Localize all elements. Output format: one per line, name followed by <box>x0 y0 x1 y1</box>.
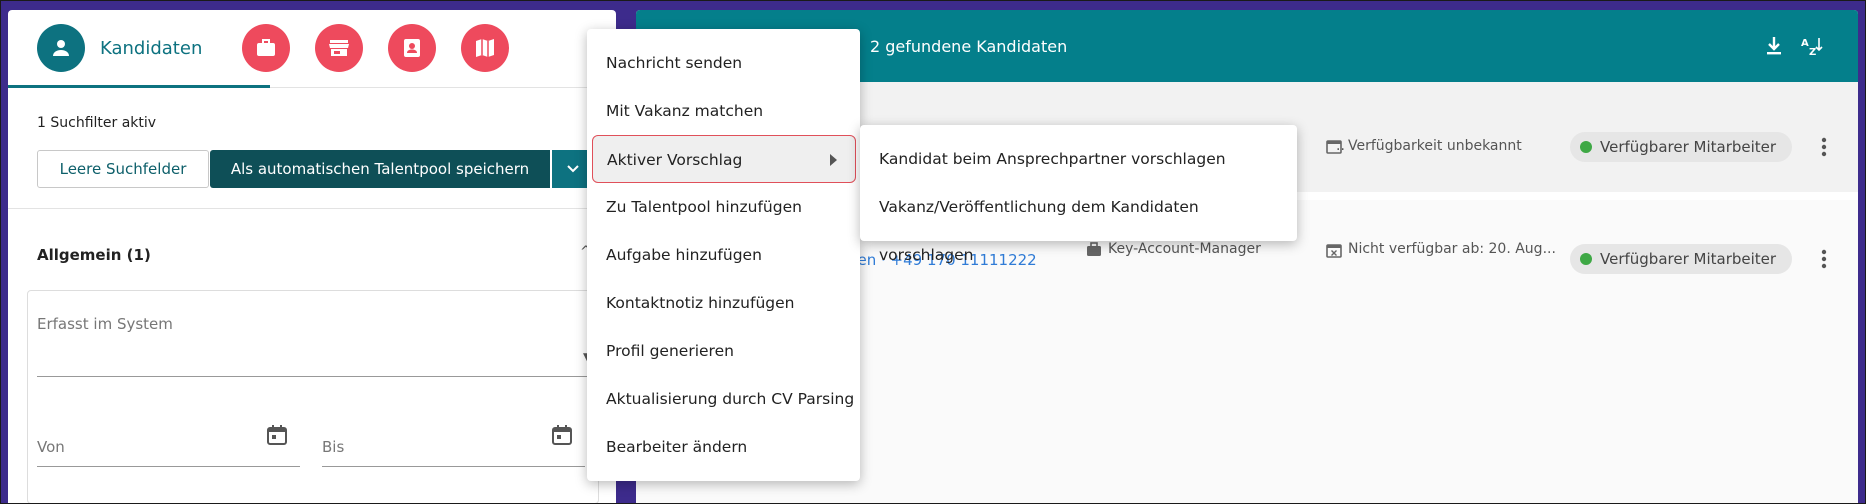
calendar-icon[interactable] <box>551 424 573 446</box>
candidate-context-menu: Nachricht senden Mit Vakanz matchen Akti… <box>587 29 860 481</box>
divider <box>8 208 616 209</box>
tab-kandidaten-label: Kandidaten <box>100 38 203 59</box>
menu-item-match-vacancy[interactable]: Mit Vakanz matchen <box>587 87 860 135</box>
results-count-title: 2 gefundene Kandidaten <box>870 37 1068 56</box>
erfasst-field-label: Erfasst im System <box>37 315 173 333</box>
calendar-icon[interactable] <box>266 424 288 446</box>
status-badge-label: Verfügbarer Mitarbeiter <box>1600 138 1777 156</box>
briefcase-icon <box>1087 242 1101 256</box>
status-badge-label: Verfügbarer Mitarbeiter <box>1600 250 1777 268</box>
active-filter-count: 1 Suchfilter aktiv <box>37 115 157 131</box>
bis-date-input[interactable] <box>322 466 585 467</box>
calendar-icon <box>1326 140 1342 154</box>
von-date-input[interactable] <box>37 466 300 467</box>
calendar-x-icon <box>1326 244 1342 258</box>
submenu-arrow-icon <box>830 154 837 166</box>
menu-item-add-talentpool[interactable]: Zu Talentpool hinzufügen <box>587 183 860 231</box>
save-talentpool-button[interactable]: Als automatischen Talentpool speichern <box>210 150 550 188</box>
menu-item-active-suggestion-label: Aktiver Vorschlag <box>607 151 743 169</box>
clear-fields-button[interactable]: Leere Suchfelder <box>37 150 209 188</box>
map-icon[interactable] <box>461 24 509 72</box>
active-suggestion-submenu: Kandidat beim Ansprechpartner vorschlage… <box>860 125 1297 264</box>
menu-item-send-message[interactable]: Nachricht senden <box>587 39 860 87</box>
bis-field-label: Bis <box>322 438 345 456</box>
more-vert-icon[interactable] <box>1814 247 1834 271</box>
submenu-item-suggest-vacancy[interactable]: Vakanz/Veröffentlichung dem Kandidaten v… <box>860 183 1297 264</box>
download-icon[interactable] <box>1762 34 1786 58</box>
status-dot-icon <box>1580 141 1592 153</box>
von-field-label: Von <box>37 438 65 456</box>
chevron-down-icon <box>567 165 579 173</box>
store-icon[interactable] <box>315 24 363 72</box>
briefcase-icon[interactable] <box>242 24 290 72</box>
availability-text: Verfügbarkeit unbekannt <box>1348 138 1522 154</box>
submenu-item-suggest-to-contact[interactable]: Kandidat beim Ansprechpartner vorschlage… <box>860 135 1297 183</box>
menu-item-add-task[interactable]: Aufgabe hinzufügen <box>587 231 860 279</box>
status-badge: Verfügbarer Mitarbeiter <box>1570 132 1792 162</box>
person-icon <box>37 24 85 72</box>
erfasst-select[interactable] <box>37 376 593 377</box>
svg-text:A: A <box>1801 38 1809 49</box>
entity-tabbar: Kandidaten <box>8 10 616 88</box>
contact-card-icon[interactable] <box>388 24 436 72</box>
sort-az-icon[interactable]: AZ <box>1800 34 1824 58</box>
more-vert-icon[interactable] <box>1814 135 1834 159</box>
menu-item-change-editor[interactable]: Bearbeiter ändern <box>587 423 860 471</box>
menu-item-generate-profile[interactable]: Profil generieren <box>587 327 860 375</box>
tab-kandidaten[interactable]: Kandidaten <box>8 10 270 88</box>
position-text: Key-Account-Manager <box>1108 241 1261 257</box>
status-badge: Verfügbarer Mitarbeiter <box>1570 244 1792 274</box>
section-allgemein-title[interactable]: Allgemein (1) <box>37 246 151 264</box>
svg-text:Z: Z <box>1809 47 1816 58</box>
menu-item-active-suggestion[interactable]: Aktiver Vorschlag <box>592 135 856 183</box>
availability-text: Nicht verfügbar ab: 20. Aug... <box>1348 241 1556 257</box>
search-panel: Kandidaten 1 Suchfilter aktiv Leere Such… <box>8 10 616 504</box>
status-dot-icon <box>1580 253 1592 265</box>
menu-item-cv-parsing[interactable]: Aktualisierung durch CV Parsing <box>587 375 860 423</box>
menu-item-add-contact-note[interactable]: Kontaktnotiz hinzufügen <box>587 279 860 327</box>
